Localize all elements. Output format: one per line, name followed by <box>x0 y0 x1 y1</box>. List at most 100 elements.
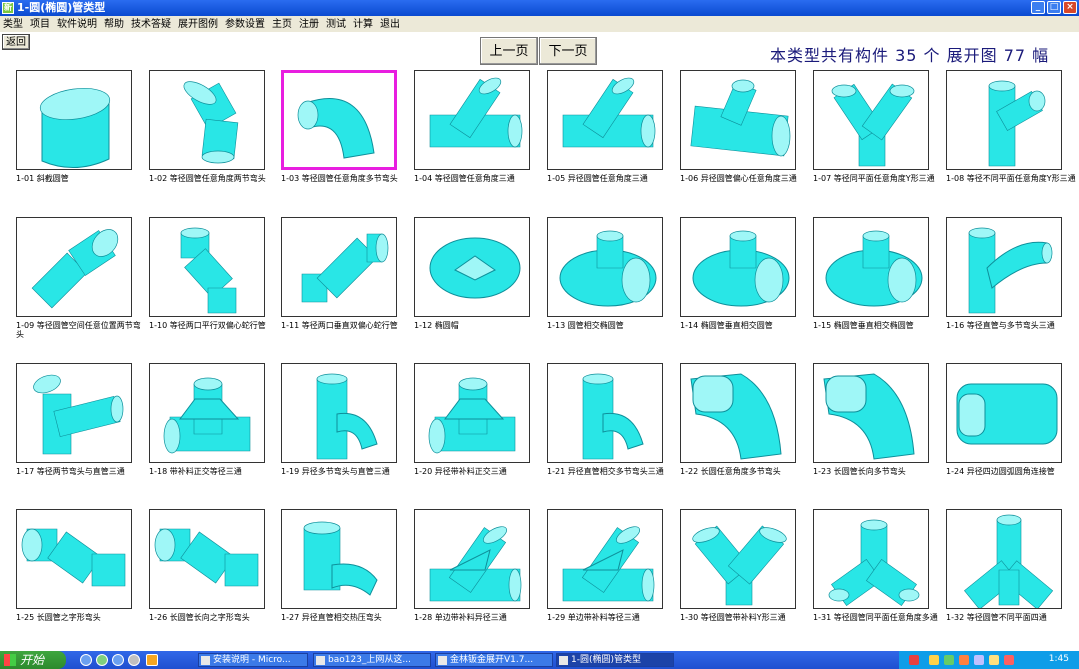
menu-item[interactable]: 注册 <box>296 16 323 32</box>
prev-page-button[interactable]: 上一页 <box>480 37 538 65</box>
component-thumbnail[interactable] <box>680 70 796 170</box>
back-button[interactable]: 返回 <box>2 34 30 50</box>
menu-item[interactable]: 项目 <box>27 16 54 32</box>
task-icon <box>559 656 568 665</box>
media-icon[interactable] <box>128 654 140 666</box>
component-caption: 1-16 等径直管与多节弯头三通 <box>946 321 1055 330</box>
component-caption: 1-25 长圆管之字形弯头 <box>16 613 101 622</box>
component-thumbnail[interactable] <box>946 363 1062 463</box>
component-thumbnail[interactable] <box>946 509 1062 609</box>
menu-item[interactable]: 退出 <box>377 16 404 32</box>
component-thumbnail[interactable] <box>16 509 132 609</box>
clock: 1:45 <box>1048 654 1069 664</box>
component-thumbnail[interactable] <box>281 363 397 463</box>
maximize-button[interactable]: □ <box>1047 1 1061 14</box>
component-thumbnail[interactable] <box>946 70 1062 170</box>
start-button[interactable]: 开始 <box>0 651 66 669</box>
pipe-shape-icon <box>690 373 782 460</box>
pipe-shape-icon <box>823 373 915 460</box>
component-thumbnail[interactable] <box>547 70 663 170</box>
component-thumbnail[interactable] <box>813 509 929 609</box>
component-thumbnail[interactable] <box>547 363 663 463</box>
menu-item[interactable]: 主页 <box>269 16 296 32</box>
component-caption: 1-23 长圆管长向多节弯头 <box>813 467 906 476</box>
tray-app-icon[interactable] <box>929 655 939 665</box>
window-title: 1-圆(椭圆)管类型 <box>17 1 106 14</box>
component-thumbnail[interactable] <box>414 363 530 463</box>
component-caption: 1-15 椭圆管垂直相交椭圆管 <box>813 321 914 330</box>
shield-icon[interactable] <box>989 655 999 665</box>
component-thumbnail[interactable] <box>547 217 663 317</box>
menu-item[interactable]: 展开图例 <box>175 16 222 32</box>
component-caption: 1-22 长圆任意角度多节弯头 <box>680 467 781 476</box>
component-thumbnail[interactable] <box>813 70 929 170</box>
component-caption: 1-04 等径圆管任意角度三通 <box>414 174 515 183</box>
menu-item[interactable]: 测试 <box>323 16 350 32</box>
pipe-shape-icon <box>562 526 655 602</box>
volume-icon[interactable] <box>974 655 984 665</box>
component-caption: 1-17 等径两节弯头与直管三通 <box>16 467 125 476</box>
pipe-shape-icon <box>21 528 126 587</box>
pipe-shape-icon <box>180 227 237 314</box>
component-thumbnail[interactable] <box>680 217 796 317</box>
component-caption: 1-24 异径四边圆弧圆角连接管 <box>946 467 1055 476</box>
component-thumbnail[interactable] <box>680 509 796 609</box>
pipe-shape-icon <box>39 88 111 169</box>
taskbar: 开始 安装说明 - Micro... bao123_上网从这... 金林钣金展开V1… <box>0 651 1079 669</box>
taskbar-item[interactable]: 1-圆(椭圆)管类型 <box>556 653 674 667</box>
pipe-shape-icon <box>831 83 915 167</box>
component-thumbnail[interactable] <box>680 363 796 463</box>
component-thumbnail[interactable] <box>149 70 265 170</box>
task-icon <box>316 656 325 665</box>
menu-item[interactable]: 帮助 <box>101 16 128 32</box>
component-thumbnail[interactable] <box>281 217 397 317</box>
menu-item[interactable]: 参数设置 <box>222 16 269 32</box>
antivirus-icon[interactable] <box>1004 655 1014 665</box>
component-thumbnail[interactable] <box>16 217 132 317</box>
component-thumbnail[interactable] <box>281 509 397 609</box>
component-thumbnail[interactable] <box>16 70 132 170</box>
component-thumbnail[interactable] <box>414 217 530 317</box>
pipe-shape-icon <box>956 383 1058 445</box>
component-thumbnail[interactable] <box>813 363 929 463</box>
pipe-shape-icon <box>562 77 656 148</box>
component-caption: 1-19 异径多节弯头与直管三通 <box>281 467 390 476</box>
ie-icon[interactable] <box>80 654 92 666</box>
s-app-icon[interactable] <box>909 655 919 665</box>
close-button[interactable]: × <box>1063 1 1077 14</box>
component-thumbnail[interactable] <box>149 363 265 463</box>
pipe-shape-icon <box>297 98 375 159</box>
component-thumbnail[interactable] <box>149 217 265 317</box>
taskbar-item[interactable]: 安装说明 - Micro... <box>198 653 308 667</box>
network-icon[interactable] <box>944 655 954 665</box>
component-thumbnail[interactable] <box>414 509 530 609</box>
next-page-button[interactable]: 下一页 <box>539 37 597 65</box>
menu-item[interactable]: 技术答疑 <box>128 16 175 32</box>
taskbar-item[interactable]: bao123_上网从这... <box>313 653 431 667</box>
component-thumbnail[interactable] <box>281 70 397 170</box>
menu-item[interactable]: 计算 <box>350 16 377 32</box>
minimize-button[interactable]: _ <box>1031 1 1045 14</box>
security-icon[interactable] <box>959 655 969 665</box>
menu-item[interactable]: 软件说明 <box>54 16 101 32</box>
component-thumbnail[interactable] <box>946 217 1062 317</box>
component-caption: 1-08 等径不同平面任意角度Y形三通 <box>946 174 1076 183</box>
task-label: 1-圆(椭圆)管类型 <box>571 655 641 665</box>
component-thumbnail[interactable] <box>813 217 929 317</box>
menu-bar: 类型 项目 软件说明 帮助 技术答疑 展开图例 参数设置 主页 注册 测试 计算 退出 <box>0 16 1079 32</box>
taskbar-item[interactable]: 金林钣金展开V1.7... <box>435 653 553 667</box>
task-icon <box>438 656 447 665</box>
component-thumbnail[interactable] <box>16 363 132 463</box>
pipe-shape-icon <box>429 237 521 299</box>
user-icon[interactable] <box>146 654 158 666</box>
component-thumbnail[interactable] <box>149 509 265 609</box>
component-caption: 1-12 椭圆帽 <box>414 321 459 330</box>
component-caption: 1-28 单边带补料异径三通 <box>414 613 507 622</box>
back-arrow-icon[interactable] <box>112 654 124 666</box>
component-caption: 1-26 长圆管长向之字形弯头 <box>149 613 250 622</box>
menu-item[interactable]: 类型 <box>0 16 27 32</box>
component-thumbnail[interactable] <box>414 70 530 170</box>
component-caption: 1-14 椭圆管垂直相交圆管 <box>680 321 773 330</box>
component-thumbnail[interactable] <box>547 509 663 609</box>
refresh-icon[interactable] <box>96 654 108 666</box>
